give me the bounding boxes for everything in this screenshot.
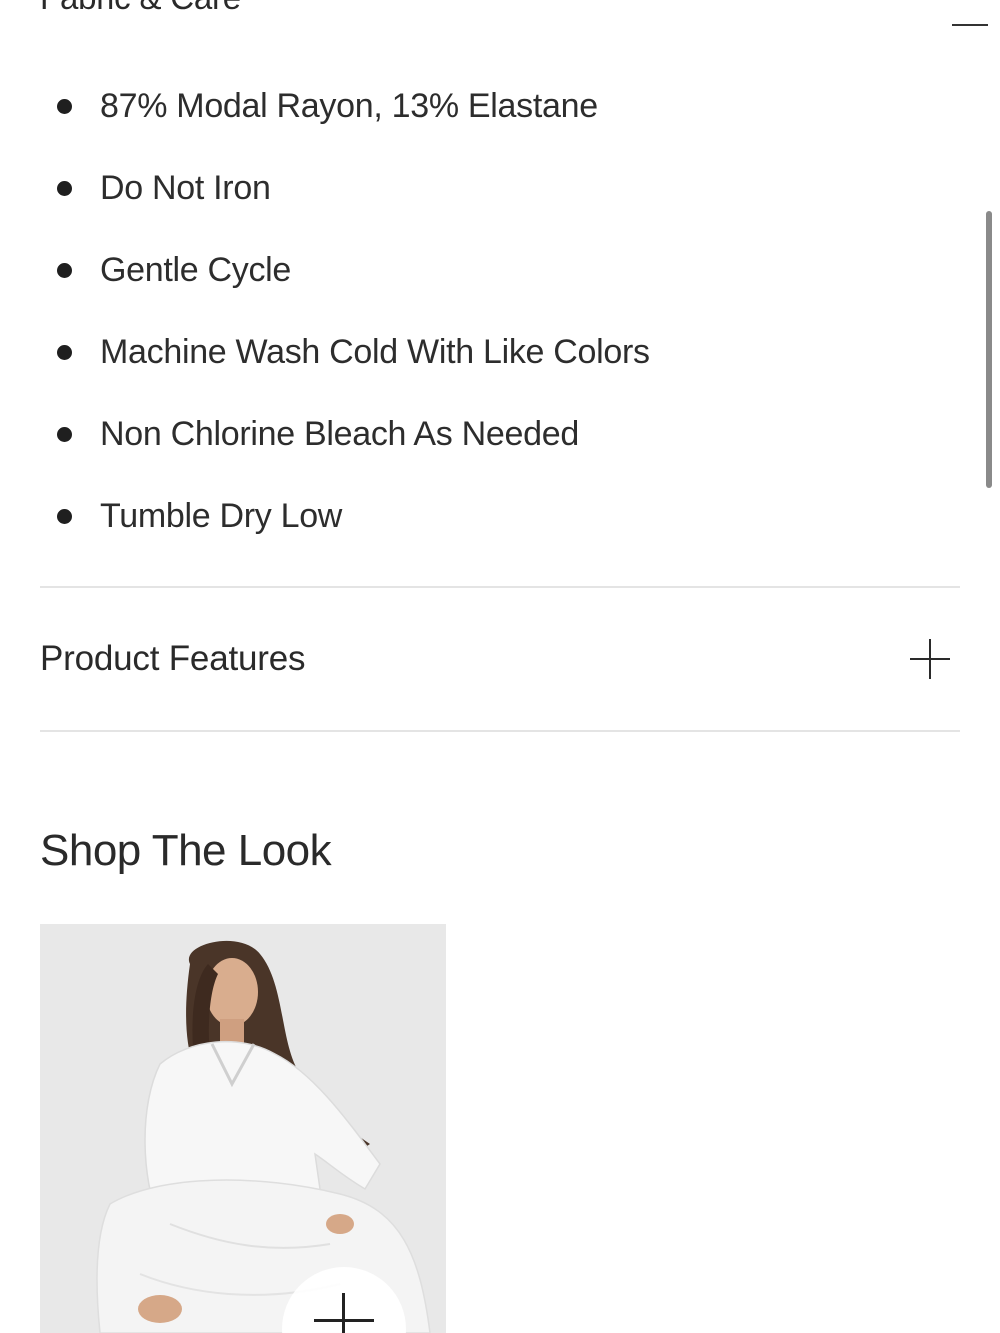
- product-features-accordion[interactable]: Product Features: [40, 588, 960, 730]
- bullet-icon: [57, 344, 72, 360]
- bullet-icon: [57, 180, 72, 196]
- bullet-icon: [57, 98, 72, 114]
- care-instruction-text: Tumble Dry Low: [100, 496, 343, 535]
- product-photo: [40, 924, 446, 1333]
- list-item: Non Chlorine Bleach As Needed: [0, 393, 900, 475]
- care-instruction-text: Gentle Cycle: [100, 250, 292, 289]
- care-instruction-text: Non Chlorine Bleach As Needed: [100, 414, 579, 453]
- shop-the-look-title: Shop The Look: [40, 826, 332, 875]
- shop-the-look-product-card[interactable]: [40, 924, 446, 1333]
- bullet-icon: [57, 426, 72, 442]
- list-item: Do Not Iron: [0, 147, 900, 229]
- list-item: Gentle Cycle: [0, 229, 900, 311]
- bullet-icon: [57, 262, 72, 278]
- care-instruction-text: Machine Wash Cold With Like Colors: [100, 332, 650, 371]
- product-features-label: Product Features: [40, 639, 306, 678]
- care-instruction-text: Do Not Iron: [100, 168, 271, 207]
- care-instruction-text: 87% Modal Rayon, 13% Elastane: [100, 86, 598, 125]
- divider: [40, 730, 960, 732]
- expand-plus-icon[interactable]: [910, 639, 950, 679]
- fabric-care-title: Fabric & Care: [40, 0, 241, 17]
- fabric-care-header[interactable]: Fabric & Care: [40, 0, 960, 18]
- list-item: Tumble Dry Low: [0, 475, 900, 557]
- scrollbar[interactable]: [986, 211, 992, 488]
- plus-icon: [342, 1293, 345, 1333]
- bullet-icon: [57, 508, 72, 524]
- care-instructions-list: 87% Modal Rayon, 13% Elastane Do Not Iro…: [0, 65, 900, 557]
- list-item: 87% Modal Rayon, 13% Elastane: [0, 65, 900, 147]
- collapse-minus-icon[interactable]: [952, 24, 988, 26]
- list-item: Machine Wash Cold With Like Colors: [0, 311, 900, 393]
